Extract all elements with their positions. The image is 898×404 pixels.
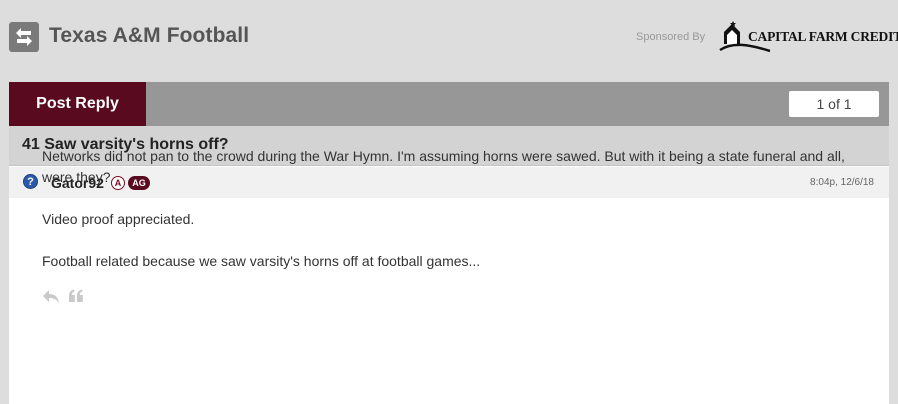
quote-icon[interactable] xyxy=(68,288,84,304)
sponsored-label: Sponsored By xyxy=(636,31,706,43)
thread-toolbar: Post Reply 1 of 1 xyxy=(9,82,889,126)
post-paragraph: Video proof appreciated. xyxy=(42,211,195,227)
post-reply-button[interactable]: Post Reply xyxy=(9,82,146,126)
post-paragraph: Networks did not pan to the crowd during… xyxy=(42,148,845,185)
swap-arrows-icon xyxy=(16,28,32,46)
swap-forum-button[interactable] xyxy=(9,22,39,52)
page-selector[interactable]: 1 of 1 xyxy=(789,91,879,117)
reply-arrow-icon[interactable] xyxy=(42,288,60,304)
post-paragraph: Football related because we saw varsity'… xyxy=(42,253,481,269)
sponsor-logo[interactable]: CAPITAL FARM CREDIT xyxy=(718,20,898,54)
forum-title[interactable]: Texas A&M Football xyxy=(49,24,249,48)
question-icon: ? xyxy=(23,174,38,189)
post-body: Networks did not pan to the crowd during… xyxy=(42,146,852,293)
top-bar: Texas A&M Football Sponsored By CAPITAL … xyxy=(0,0,898,74)
sponsor-name: CAPITAL FARM CREDIT xyxy=(748,29,898,44)
